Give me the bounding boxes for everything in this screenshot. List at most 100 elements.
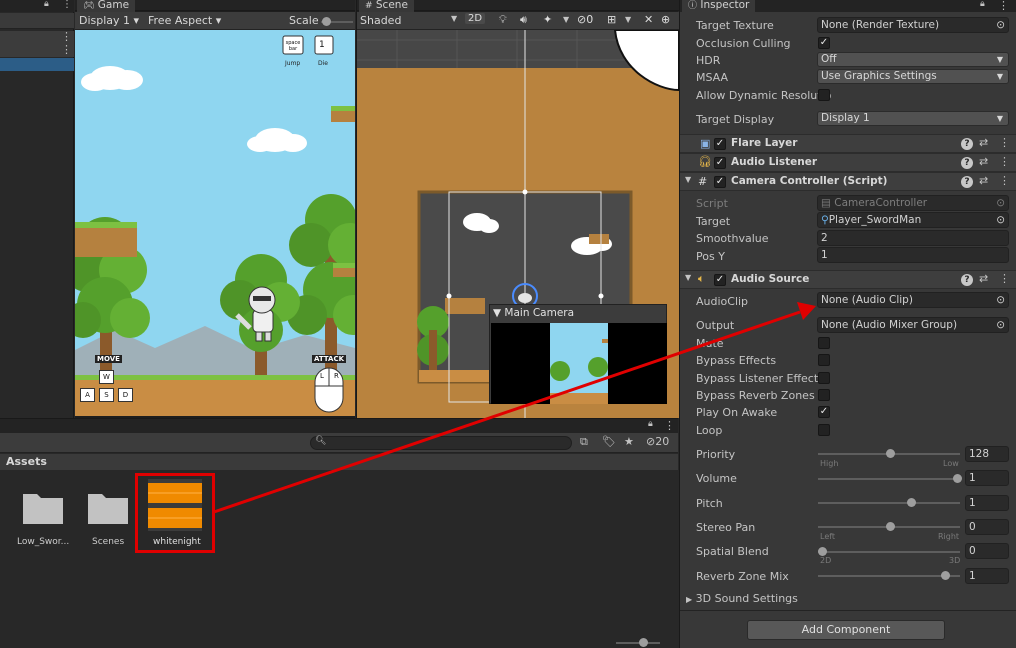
camera-preview-title[interactable]: ▼ Main Camera — [493, 307, 574, 319]
filter-type-icon[interactable]: ⧉ — [580, 435, 588, 449]
preset-icon[interactable]: ⇄ — [979, 272, 988, 285]
3d-sound-settings-foldout[interactable]: ▶ 3D Sound Settings — [686, 592, 798, 605]
thumbnail-size-knob[interactable] — [639, 638, 648, 647]
object-picker-icon[interactable]: ⊙ — [996, 318, 1005, 332]
asset-item-whitenight[interactable]: whitenight — [135, 473, 215, 553]
more-menu-icon[interactable]: ⋮ — [61, 43, 72, 56]
aspect-dropdown[interactable]: Free Aspect ▾ — [148, 14, 221, 27]
more-menu-icon[interactable]: ⋮ — [998, 0, 1009, 12]
spatial-blend-slider-knob[interactable] — [818, 547, 827, 556]
bypass-effects-checkbox[interactable] — [818, 354, 830, 366]
thumbnail-size-slider[interactable] — [616, 642, 660, 644]
hierarchy-search[interactable] — [0, 13, 74, 29]
camera-controller-enabled-checkbox[interactable]: ✓ — [714, 176, 726, 188]
audio-source-enabled-checkbox[interactable]: ✓ — [714, 274, 726, 286]
target-field[interactable]: ⚲Player_SwordMan ⊙ — [817, 212, 1009, 228]
asset-item-scenes[interactable]: Scenes — [82, 484, 134, 554]
more-menu-icon[interactable]: ⋮ — [61, 30, 72, 43]
smoothvalue-field[interactable]: 2 — [817, 230, 1009, 246]
priority-field[interactable]: 128 — [965, 446, 1009, 462]
audioclip-field[interactable]: None (Audio Clip) ⊙ — [817, 292, 1009, 308]
hidden-objects-icon[interactable]: ⊘0 — [577, 13, 593, 26]
filter-label-icon[interactable]: 🏷︎ — [602, 435, 616, 448]
mode-2d-button[interactable]: 2D — [465, 13, 486, 24]
tab-game[interactable]: 🎮︎ Game — [77, 0, 136, 12]
preset-icon[interactable]: ⇄ — [979, 174, 988, 187]
volume-slider-knob[interactable] — [953, 474, 962, 483]
preset-icon[interactable]: ⇄ — [979, 136, 988, 149]
object-picker-icon[interactable]: ⊙ — [996, 293, 1005, 307]
help-icon[interactable]: ? — [961, 176, 973, 188]
chevron-down-icon[interactable]: ▼ — [625, 15, 631, 24]
stereo-pan-field[interactable]: 0 — [965, 519, 1009, 535]
add-component-button[interactable]: Add Component — [747, 620, 945, 640]
lock-icon[interactable]: 🔒︎ — [980, 0, 985, 9]
volume-field[interactable]: 1 — [965, 470, 1009, 486]
preset-icon[interactable]: ⇄ — [979, 155, 988, 168]
msaa-dropdown[interactable]: Use Graphics Settings ▼ — [817, 69, 1009, 84]
priority-slider-knob[interactable] — [885, 449, 895, 458]
reverb-zone-mix-field[interactable]: 1 — [965, 568, 1009, 584]
lighting-icon[interactable]: 💡︎ — [499, 13, 507, 27]
output-field[interactable]: None (Audio Mixer Group) ⊙ — [817, 317, 1009, 333]
component-audio-source[interactable]: ▼ 🔈︎ ✓ Audio Source ? ⇄ ⋮ — [680, 270, 1016, 289]
occlusion-culling-checkbox[interactable]: ✓ — [818, 37, 830, 49]
reverb-zone-mix-slider-knob[interactable] — [940, 571, 950, 580]
star-icon[interactable]: ★ — [624, 435, 634, 448]
search-input[interactable]: 🔍︎ — [310, 436, 572, 450]
lock-icon[interactable]: 🔒︎ — [44, 0, 49, 9]
effects-icon[interactable]: ✦ — [543, 13, 552, 26]
scale-slider-knob[interactable] — [322, 17, 331, 26]
display-dropdown[interactable]: Display 1 ▾ — [79, 14, 139, 27]
loop-checkbox[interactable] — [818, 424, 830, 436]
lock-icon[interactable]: 🔒︎ — [648, 419, 653, 429]
foldout-arrow-icon[interactable]: ▼ — [685, 273, 691, 282]
foldout-arrow-icon[interactable]: ▼ — [685, 175, 691, 184]
target-display-dropdown[interactable]: Display 1 ▼ — [817, 111, 1009, 126]
hidden-packages-icon[interactable]: ⊘20 — [646, 435, 669, 448]
shading-dropdown[interactable]: Shaded — [360, 14, 401, 27]
grid-snap-icon[interactable]: ⊞ — [607, 13, 616, 26]
target-texture-field[interactable]: None (Render Texture) ⊙ — [817, 17, 1009, 33]
audio-listener-enabled-checkbox[interactable]: ✓ — [714, 157, 726, 169]
posy-field[interactable]: 1 — [817, 247, 1009, 263]
play-on-awake-checkbox[interactable]: ✓ — [818, 406, 830, 418]
component-camera-controller[interactable]: ▼ # ✓ Camera Controller (Script) ? ⇄ ⋮ — [680, 172, 1016, 191]
spatial-blend-slider[interactable] — [818, 551, 960, 553]
component-flare-layer[interactable]: ▣ ✓ Flare Layer ? ⇄ ⋮ — [680, 134, 1016, 153]
bypass-listener-effects-checkbox[interactable] — [818, 372, 830, 384]
reverb-zone-mix-slider[interactable] — [818, 575, 960, 577]
more-menu-icon[interactable]: ⋮ — [999, 174, 1010, 187]
more-menu-icon[interactable]: ⋮ — [62, 0, 72, 10]
tools-icon[interactable]: ✕ — [644, 13, 653, 26]
gizmos-icon[interactable]: ⊕ — [661, 13, 670, 26]
chevron-down-icon[interactable]: ▼ — [563, 15, 569, 24]
spatial-blend-field[interactable]: 0 — [965, 543, 1009, 559]
assets-title[interactable]: Assets — [6, 455, 47, 468]
more-menu-icon[interactable]: ⋮ — [999, 136, 1010, 149]
stereo-pan-slider-knob[interactable] — [885, 522, 895, 531]
mute-checkbox[interactable] — [818, 337, 830, 349]
pitch-slider[interactable] — [818, 502, 960, 504]
object-picker-icon[interactable]: ⊙ — [996, 213, 1005, 227]
volume-slider[interactable] — [818, 478, 960, 480]
tab-inspector[interactable]: ⓘ Inspector — [682, 0, 756, 12]
tab-scene[interactable]: # Scene — [359, 0, 414, 12]
hierarchy-row-selected[interactable] — [0, 58, 74, 71]
help-icon[interactable]: ? — [961, 157, 973, 169]
more-menu-icon[interactable]: ⋮ — [999, 272, 1010, 285]
pitch-field[interactable]: 1 — [965, 495, 1009, 511]
bypass-reverb-zones-checkbox[interactable] — [818, 389, 830, 401]
more-menu-icon[interactable]: ⋮ — [999, 155, 1010, 168]
help-icon[interactable]: ? — [961, 138, 973, 150]
dynamic-resolution-checkbox[interactable] — [818, 89, 830, 101]
object-picker-icon[interactable]: ⊙ — [996, 18, 1005, 32]
chevron-down-icon[interactable]: ▼ — [451, 14, 457, 23]
audio-icon[interactable]: 🔊︎ — [520, 13, 527, 27]
flare-layer-enabled-checkbox[interactable]: ✓ — [714, 138, 726, 150]
hierarchy-row-scene-2[interactable]: ⋮ — [0, 43, 74, 57]
component-audio-listener[interactable]: 🎧︎ ✓ Audio Listener ? ⇄ ⋮ — [680, 153, 1016, 172]
hdr-dropdown[interactable]: Off ▼ — [817, 52, 1009, 67]
more-menu-icon[interactable]: ⋮ — [664, 419, 675, 432]
help-icon[interactable]: ? — [961, 274, 973, 286]
